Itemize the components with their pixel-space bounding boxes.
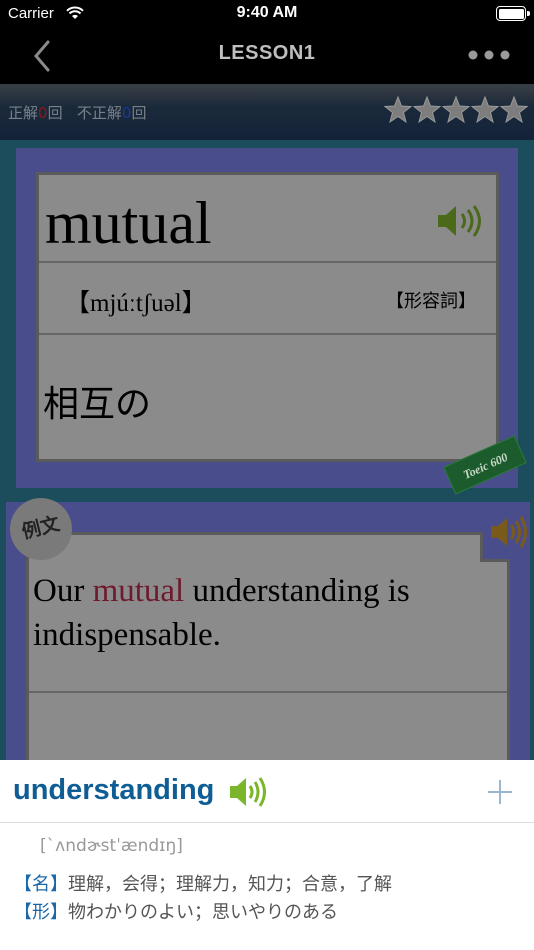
score-bar: 正解0回 不正解0回 [0,84,534,140]
status-bar: Carrier 9:40 AM [0,0,534,28]
part-of-speech: 【形容詞】 [386,291,476,312]
flashcard-area: 正解0回 不正解0回 mutual 【mjúːtʃuəl】 【形容詞】 相互の … [0,84,534,760]
example-text-before: Our [33,573,93,609]
example-speaker-icon[interactable] [488,512,528,552]
nav-bar: LESSON1 [0,28,534,84]
battery-icon [496,6,530,21]
popup-word: understanding [13,774,215,806]
more-options-button[interactable] [468,48,510,62]
score-counter: 正解0回 不正解0回 [8,102,146,123]
dictionary-popup[interactable]: understanding [ˋʌndɚstˈændɪŋ] 【名】理解，会得；理… [0,760,534,950]
star-rating[interactable] [384,96,528,126]
add-word-button[interactable] [486,778,514,806]
star-icon [441,96,471,124]
star-icon [412,96,442,124]
nav-title: LESSON1 [218,42,316,64]
star-icon [470,96,500,124]
word-pronunciation: 【mjúːtʃuəl】 [65,290,207,317]
example-card[interactable]: Our mutual understanding is indispensabl… [26,532,510,760]
star-icon [499,96,528,124]
correct-count: 0 [38,104,48,122]
divider [39,261,496,263]
popup-definition: 【形】物わかりのよい；思いやりのある [14,898,338,924]
definition-tag: 【形】 [14,902,68,923]
popup-definition: 【名】理解，会得；理解力，知力；合意，了解 [14,870,392,896]
divider [39,333,496,335]
definition-tag: 【名】 [14,874,68,895]
definition-text: 物わかりのよい；思いやりのある [68,902,338,923]
correct-unit: 回 [47,104,63,122]
word-speaker-icon[interactable] [436,203,486,239]
incorrect-label: 不正解 [76,104,122,122]
popup-pronunciation: [ˋʌndɚstˈændɪŋ] [40,836,183,856]
clock: 9:40 AM [236,4,298,21]
correct-label: 正解 [8,104,39,122]
definition-text: 理解，会得；理解力，知力；合意，了解 [68,874,392,895]
word-card[interactable]: mutual 【mjúːtʃuəl】 【形容詞】 相互の [36,172,499,462]
popup-speaker-icon[interactable] [228,776,270,808]
divider [29,691,507,693]
example-highlight: mutual [92,573,185,609]
word-meaning: 相互の [43,384,152,425]
star-icon [384,96,413,124]
top-bar: Carrier 9:40 AM LESSON1 [0,0,534,84]
vocab-word: mutual [45,190,212,256]
divider [0,822,534,823]
example-sentence: Our mutual understanding is indispensabl… [33,569,493,657]
incorrect-unit: 回 [131,104,147,122]
